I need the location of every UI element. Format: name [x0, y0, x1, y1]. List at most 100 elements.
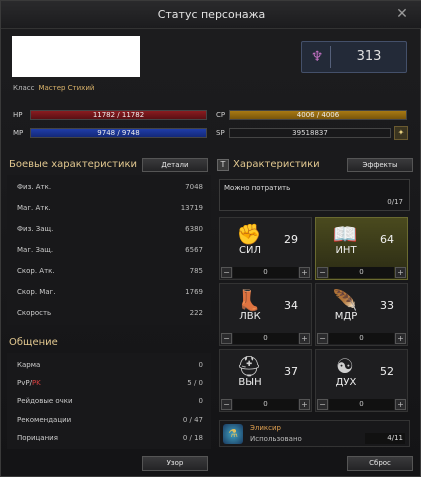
- stat-name: СИЛ: [239, 245, 261, 256]
- stat-label: Маг. Атк.: [17, 204, 51, 212]
- comm-value: 5 / 0: [187, 379, 203, 387]
- stat-name: ЛВК: [239, 311, 261, 322]
- character-status-window: Статус персонажа ✕ Класс Мастер Стихий ♆ …: [0, 0, 421, 477]
- stat-label: Физ. Защ.: [17, 225, 54, 233]
- rank-emblem-icon: ♆: [310, 49, 324, 65]
- characteristics-tab-icon[interactable]: T: [217, 159, 229, 171]
- effects-button[interactable]: Эффекты: [347, 158, 413, 172]
- spend-value: 0/17: [387, 198, 403, 206]
- mp-label: MP: [13, 129, 24, 137]
- stat-card-dex: 👢 ЛВК 34 −0 +: [219, 283, 312, 346]
- comm-label: PvP/PK: [17, 379, 41, 387]
- stat-control-value: 0: [233, 333, 298, 344]
- level-value: 313: [356, 49, 382, 64]
- stat-control-value: 0: [329, 267, 394, 278]
- stat-value: 52: [380, 365, 394, 378]
- mp-bar: 9748 / 9748: [30, 128, 207, 138]
- stat-value: 785: [189, 267, 203, 275]
- minus-button[interactable]: −: [221, 267, 232, 278]
- character-name-box: [12, 36, 140, 77]
- stat-card-str: ✊ СИЛ 29 −0 +: [219, 217, 312, 280]
- reset-button[interactable]: Сброс: [347, 456, 413, 471]
- minus-button[interactable]: −: [317, 399, 328, 410]
- comm-row: Рекомендации 0 / 47: [17, 416, 211, 430]
- stat-value: 33: [380, 299, 394, 312]
- stat-row: Физ. Атк. 7048: [17, 183, 211, 197]
- stat-name: МДР: [334, 311, 358, 322]
- elixir-status: Использовано: [250, 435, 302, 443]
- feather-icon: 🪶: [332, 288, 358, 312]
- stat-value: 34: [284, 299, 298, 312]
- characteristics-title: Характеристики: [233, 159, 320, 170]
- spend-label: Можно потратить: [224, 184, 291, 192]
- class-value: Мастер Стихий: [38, 84, 95, 92]
- elixir-name: Эликсир: [250, 424, 281, 432]
- stat-control-value: 0: [233, 267, 298, 278]
- cp-label: CP: [216, 111, 226, 119]
- elixir-count: 4/11: [365, 433, 405, 444]
- minus-button[interactable]: −: [317, 267, 328, 278]
- pk-label: PK: [31, 379, 41, 387]
- comm-label: Карма: [17, 361, 41, 369]
- plus-button[interactable]: +: [299, 333, 310, 344]
- hp-bar: 11782 / 11782: [30, 110, 207, 120]
- stat-row: Скор. Маг. 1769: [17, 288, 211, 302]
- stat-control-value: 0: [329, 333, 394, 344]
- boot-icon: 👢: [236, 288, 262, 312]
- stat-control: −0 +: [221, 267, 310, 278]
- stat-value: 13719: [180, 204, 203, 212]
- view-button[interactable]: Узор: [142, 456, 208, 471]
- close-icon[interactable]: ✕: [394, 6, 410, 22]
- level-box: ♆ 313: [301, 41, 407, 73]
- stat-row: Скор. Атк. 785: [17, 267, 211, 281]
- stat-label: Скор. Атк.: [17, 267, 55, 275]
- plus-button[interactable]: +: [299, 267, 310, 278]
- points-to-spend: Можно потратить 0/17: [219, 179, 410, 211]
- stat-row: Физ. Защ. 6380: [17, 225, 211, 239]
- stat-card-wit: 🪶 МДР 33 −0 +: [315, 283, 408, 346]
- book-icon: 📖: [332, 222, 358, 246]
- minus-button[interactable]: −: [221, 333, 232, 344]
- comm-label: Рейдовые очки: [17, 397, 73, 405]
- minus-button[interactable]: −: [221, 399, 232, 410]
- combat-stats-panel: Физ. Атк. 7048 Маг. Атк. 13719 Физ. Защ. 63…: [7, 175, 211, 325]
- cp-bar: 4006 / 4006: [229, 110, 407, 120]
- stat-card-men: ☯ ДУХ 52 −0 +: [315, 349, 408, 412]
- stat-value: 1769: [185, 288, 203, 296]
- elixir-icon[interactable]: ⚗: [223, 424, 243, 444]
- comm-row: Карма 0: [17, 361, 211, 375]
- sp-skill-icon[interactable]: ✦: [394, 126, 408, 140]
- stat-control: −0 +: [317, 399, 406, 410]
- stat-value: 6380: [185, 225, 203, 233]
- class-row: Класс Мастер Стихий: [13, 84, 94, 92]
- plus-button[interactable]: +: [395, 267, 406, 278]
- comm-value: 0 / 18: [182, 434, 203, 442]
- stat-row: Маг. Атк. 13719: [17, 204, 211, 218]
- level-divider: [330, 46, 331, 68]
- comm-value: 0: [198, 397, 203, 405]
- stat-value: 37: [284, 365, 298, 378]
- sp-label: SP: [216, 129, 225, 137]
- stat-label: Маг. Защ.: [17, 246, 54, 254]
- window-title: Статус персонажа: [1, 1, 421, 29]
- stat-name: ДУХ: [335, 377, 357, 388]
- plus-button[interactable]: +: [395, 399, 406, 410]
- stat-label: Скорость: [17, 309, 52, 317]
- minus-button[interactable]: −: [317, 333, 328, 344]
- stat-name: ВЫН: [238, 377, 262, 388]
- plus-button[interactable]: +: [395, 333, 406, 344]
- stat-control: −0 +: [221, 333, 310, 344]
- combat-title: Боевые характеристики: [9, 159, 137, 170]
- comm-value: 0 / 47: [182, 416, 203, 424]
- comm-row: PvP/PK 5 / 0: [17, 379, 211, 393]
- stat-value: 222: [189, 309, 203, 317]
- comm-label: Порицания: [17, 434, 58, 442]
- stat-control: −0 +: [221, 399, 310, 410]
- details-button[interactable]: Детали: [142, 158, 208, 172]
- spirit-icon: ☯: [336, 354, 354, 378]
- class-label: Класс: [13, 84, 35, 92]
- pvp-label: PvP/: [17, 379, 32, 387]
- plus-button[interactable]: +: [299, 399, 310, 410]
- stat-control: −0 +: [317, 267, 406, 278]
- stat-name: ИНТ: [335, 245, 357, 256]
